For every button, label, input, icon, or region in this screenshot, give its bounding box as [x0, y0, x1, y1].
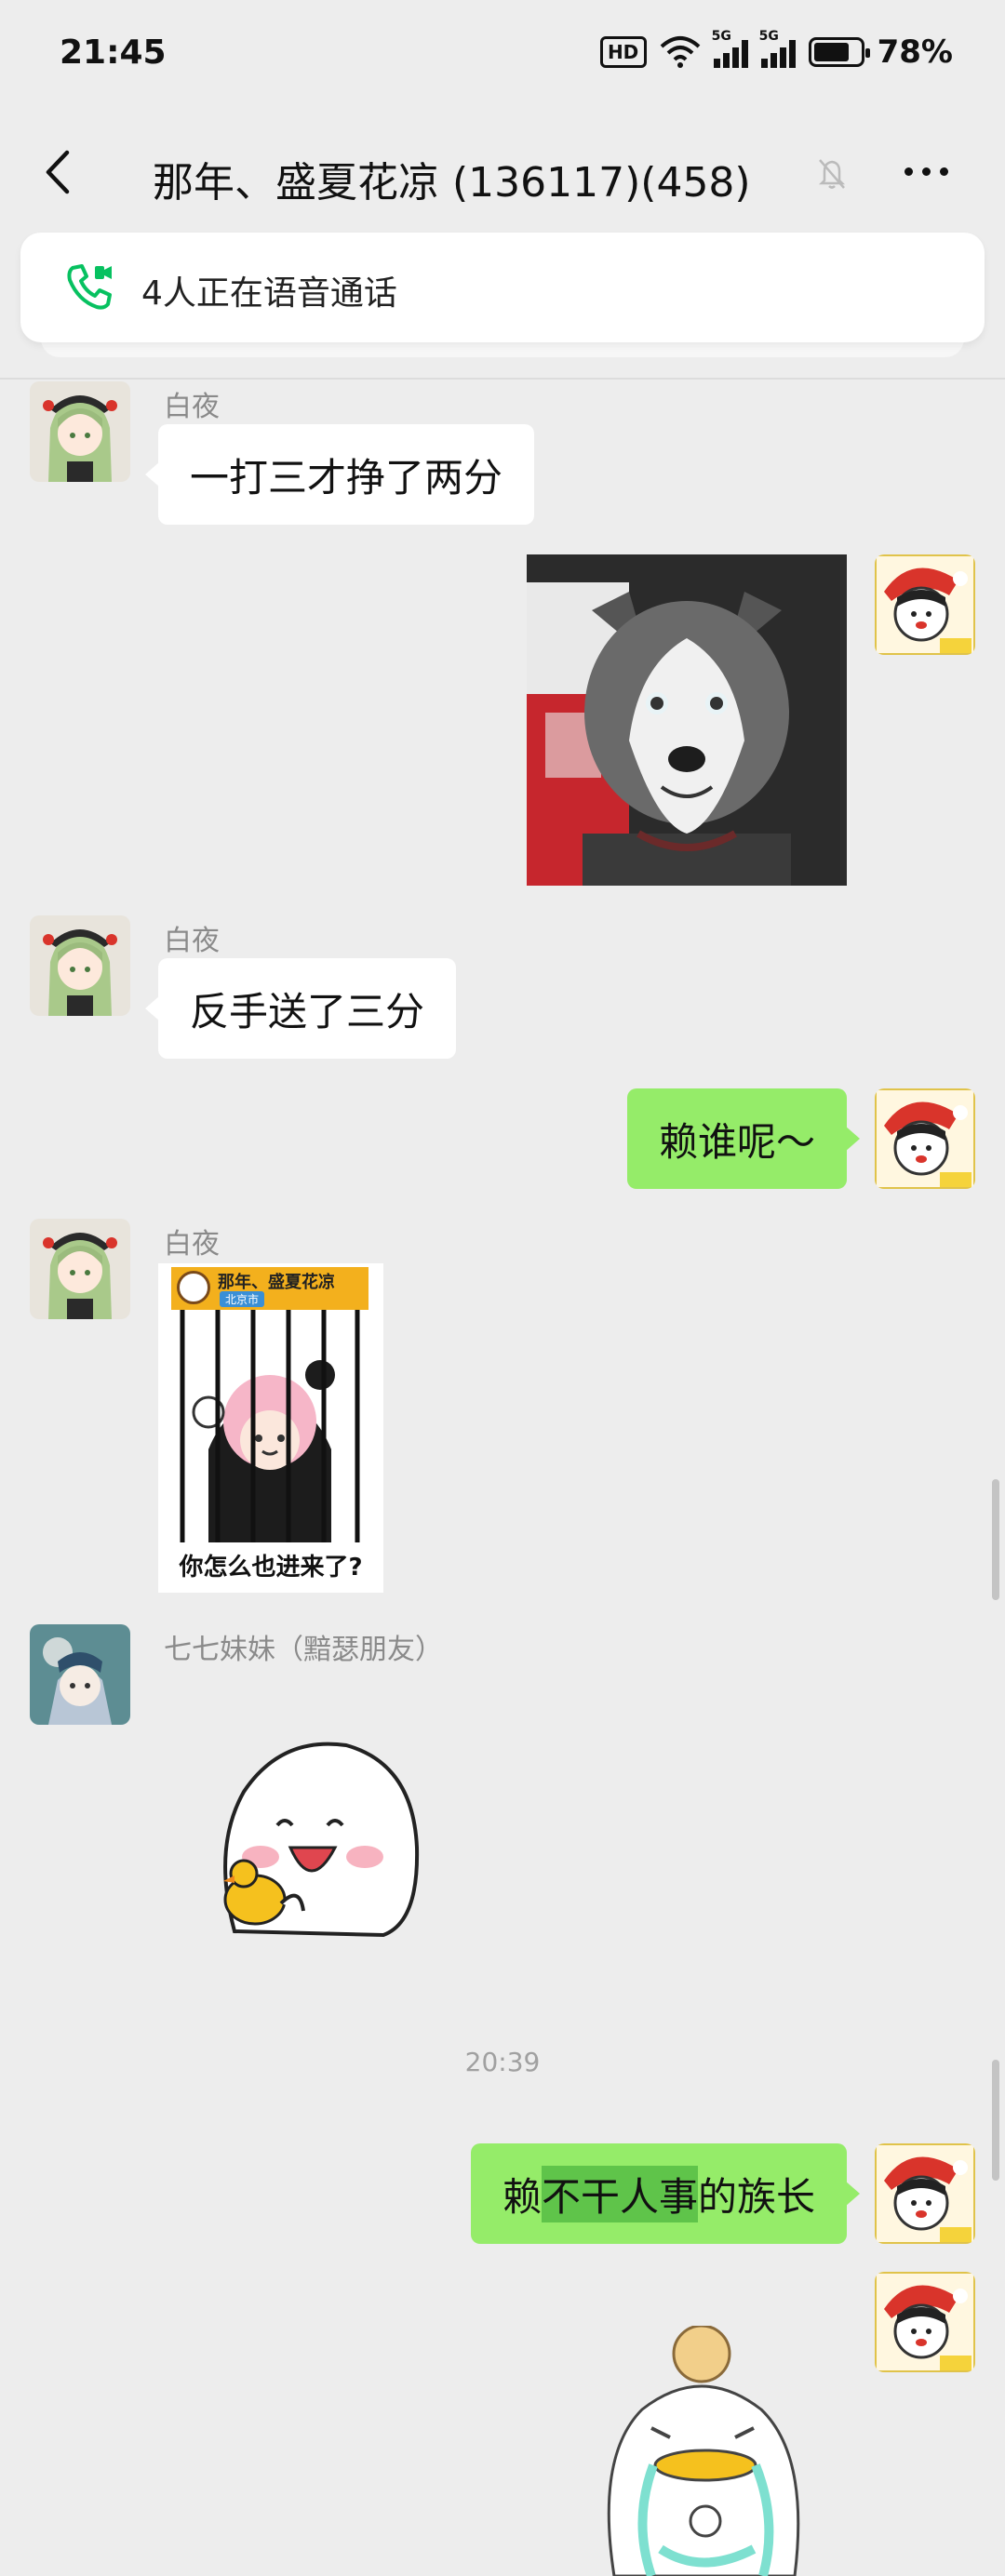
sender-name: 白夜 — [164, 391, 220, 423]
avatar[interactable] — [30, 915, 130, 1016]
voice-call-banner[interactable]: 4人正在语音通话 — [20, 233, 985, 342]
status-time: 21:45 — [60, 33, 167, 72]
my-avatar[interactable] — [875, 554, 975, 655]
sticker-logo — [177, 1271, 210, 1304]
sender-name: 七七妹妹（黯瑟朋友） — [164, 1634, 443, 1666]
message-text-part: 的族长 — [697, 2173, 815, 2220]
mute-icon — [818, 159, 846, 189]
header-divider — [0, 378, 1005, 380]
call-banner-text: 4人正在语音通话 — [141, 274, 397, 313]
battery-icon — [808, 37, 870, 67]
status-bar: 21:45 HD 5G 5G 78% — [0, 0, 1005, 112]
avatar[interactable] — [30, 381, 130, 482]
chat-header: 那年、盛夏花凉 (136117)(458) — [0, 121, 1005, 223]
my-avatar[interactable] — [875, 1088, 975, 1189]
avatar[interactable] — [30, 1624, 130, 1725]
battery-percent: 78% — [877, 33, 953, 71]
message-bubble[interactable]: 赖谁呢～ — [626, 1088, 861, 1189]
sticker-caption: 你怎么也进来了? — [179, 1554, 363, 1582]
signal-icon-2: 5G — [759, 29, 796, 68]
blob-sticker[interactable] — [207, 1736, 432, 1946]
scrollbar[interactable] — [992, 2060, 999, 2181]
message-bubble[interactable]: 反手送了三分 — [144, 958, 457, 1059]
signal-icon-1: 5G — [712, 29, 748, 68]
jail-sticker[interactable]: 那年、盛夏花凉 北京市 你怎么也进来了? — [158, 1263, 383, 1593]
sender-name: 白夜 — [164, 925, 220, 957]
message-bubble[interactable]: 一打三才挣了两分 — [144, 424, 535, 525]
husky-sticker[interactable] — [527, 554, 847, 886]
crying-sticker[interactable] — [596, 2326, 819, 2576]
back-icon[interactable] — [39, 149, 80, 195]
sticker-subtitle: 北京市 — [220, 1291, 265, 1307]
my-avatar[interactable] — [875, 2272, 975, 2372]
battery-fill — [813, 43, 850, 61]
scrollbar[interactable] — [992, 1479, 999, 1600]
phone-icon — [67, 264, 112, 310]
more-icon[interactable] — [904, 167, 948, 176]
avatar[interactable] — [30, 1219, 130, 1319]
hd-icon: HD — [599, 36, 647, 68]
wifi-icon — [660, 36, 700, 68]
sender-name: 白夜 — [164, 1228, 220, 1261]
chat-title: 那年、盛夏花凉 (136117)(458) — [153, 159, 751, 207]
status-icons: HD 5G 5G 78% — [599, 29, 953, 71]
my-avatar[interactable] — [875, 2143, 975, 2244]
sticker-title: 那年、盛夏花凉 — [218, 1273, 335, 1292]
highlighted-text: 不干人事 — [541, 2165, 698, 2222]
message-text-part: 赖 — [502, 2173, 542, 2220]
jail-illustration — [171, 1310, 368, 1542]
message-bubble[interactable]: 赖不干人事 的族长 — [470, 2143, 861, 2244]
time-separator: 20:39 — [464, 2047, 541, 2077]
